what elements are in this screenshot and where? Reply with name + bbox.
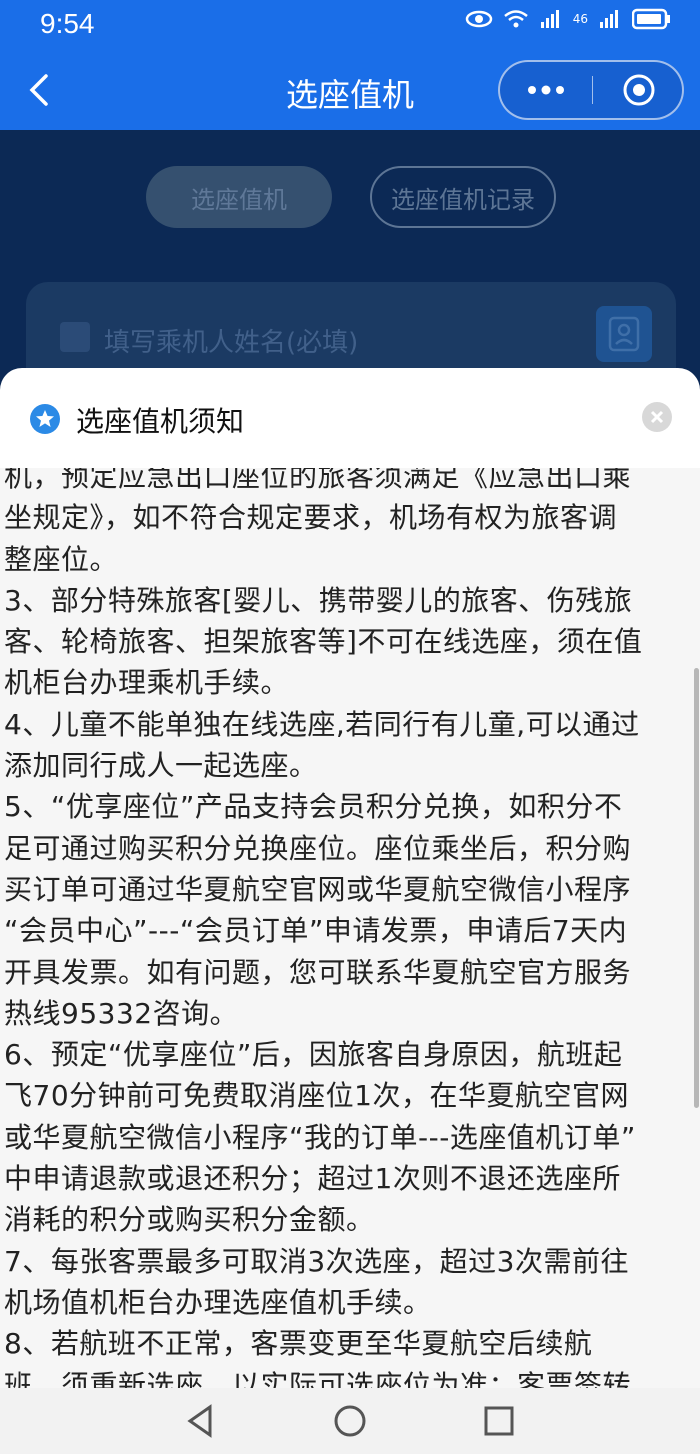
scrollbar[interactable] bbox=[694, 668, 699, 1108]
signal-icon-2 bbox=[600, 10, 618, 28]
person-icon bbox=[60, 322, 90, 352]
notice-line: 5、“优享座位”产品支持会员积分兑换，如积分不 bbox=[4, 790, 623, 824]
notice-line: 热线95332咨询。 bbox=[4, 996, 239, 1030]
notice-line: 或华夏航空微信小程序“我的订单---选座值机订单” bbox=[4, 1120, 636, 1154]
system-nav-bar bbox=[0, 1388, 700, 1454]
notice-line: 足可通过购买积分兑换座位。座位乘坐后，积分购 bbox=[4, 831, 632, 865]
status-icons: 46 bbox=[465, 8, 672, 30]
notice-line: 整座位。 bbox=[4, 542, 119, 576]
status-time: 9:54 bbox=[40, 8, 95, 39]
triangle-back-icon bbox=[187, 1404, 212, 1438]
square-recent-icon bbox=[484, 1406, 514, 1436]
notice-line: 消耗的积分或购买积分金额。 bbox=[4, 1203, 375, 1237]
circle-home-icon bbox=[334, 1405, 366, 1437]
notice-line: 坐规定》，如不符合规定要求，机场有权为旅客调 bbox=[4, 501, 618, 535]
status-bar: 9:54 46 bbox=[0, 0, 700, 52]
star-icon bbox=[30, 404, 60, 434]
notice-line: 6、预定“优享座位”后，因旅客自身原因，航班起 bbox=[4, 1038, 623, 1072]
notice-line: 添加同行成人一起选座。 bbox=[4, 749, 318, 783]
notice-line: 4、儿童不能单独在线选座,若同行有儿童,可以通过 bbox=[4, 707, 640, 741]
sheet-title: 选座值机须知 bbox=[76, 405, 245, 438]
nav-bar: 选座值机 bbox=[0, 52, 700, 130]
notice-content[interactable]: 机，预定应急出口座位的旅客须满足《应急出口乘 坐规定》，如不符合规定要求，机场有… bbox=[0, 468, 700, 1388]
notice-line: “会员中心”---“会员订单”申请发票，申请后7天内 bbox=[4, 914, 628, 948]
mini-program-capsule bbox=[498, 60, 684, 120]
notice-line: 班，须重新选座，以实际可选座位为准；客票签转 bbox=[4, 1368, 632, 1388]
target-icon bbox=[623, 74, 655, 106]
more-dots-icon bbox=[528, 85, 564, 95]
system-recent-button[interactable] bbox=[476, 1398, 522, 1444]
tab-seat-checkin-records[interactable]: 选座值机记录 bbox=[370, 166, 556, 228]
notice-line: 机柜台办理乘机手续。 bbox=[4, 666, 290, 700]
notice-line: 7、每张客票最多可取消3次选座，超过3次需前往 bbox=[4, 1244, 629, 1278]
notice-line: 机，预定应急出口座位的旅客须满足《应急出口乘 bbox=[4, 468, 632, 493]
id-scan-button[interactable] bbox=[596, 306, 652, 362]
notice-line: 买订单可通过华夏航空官网或华夏航空微信小程序 bbox=[4, 872, 632, 906]
notice-line: 3、部分特殊旅客[婴儿、携带婴儿的旅客、伤残旅 bbox=[4, 583, 633, 617]
wifi-icon bbox=[503, 10, 528, 28]
system-back-button[interactable] bbox=[178, 1398, 224, 1444]
notice-line: 飞70分钟前可免费取消座位1次，在华夏航空官网 bbox=[4, 1079, 629, 1113]
notice-line: 8、若航班不正常，客票变更至华夏航空后续航 bbox=[4, 1327, 593, 1361]
passenger-name-input[interactable]: 填写乘机人姓名(必填) bbox=[104, 322, 358, 359]
notice-line: 中申请退款或退还积分；超过1次则不退还选座所 bbox=[4, 1162, 621, 1196]
network-type-label: 46 bbox=[572, 12, 588, 26]
close-icon bbox=[650, 410, 664, 424]
signal-icon bbox=[540, 10, 559, 28]
notice-line: 机场值机柜台办理选座值机手续。 bbox=[4, 1285, 432, 1319]
close-mini-program-button[interactable] bbox=[593, 62, 685, 118]
system-home-button[interactable] bbox=[327, 1398, 373, 1444]
star-glyph-icon bbox=[36, 410, 54, 427]
more-button[interactable] bbox=[500, 62, 592, 118]
tab-seat-checkin[interactable]: 选座值机 bbox=[146, 166, 332, 228]
notice-sheet-header: 选座值机须知 bbox=[0, 368, 700, 468]
eye-icon bbox=[465, 10, 492, 28]
close-sheet-button[interactable] bbox=[642, 402, 672, 432]
battery-icon bbox=[632, 8, 670, 30]
notice-line: 开具发票。如有问题，您可联系华夏航空官方服务 bbox=[4, 955, 632, 989]
notice-line: 客、轮椅旅客、担架旅客等]不可在线选座，须在值 bbox=[4, 625, 643, 659]
id-card-icon bbox=[608, 316, 640, 352]
